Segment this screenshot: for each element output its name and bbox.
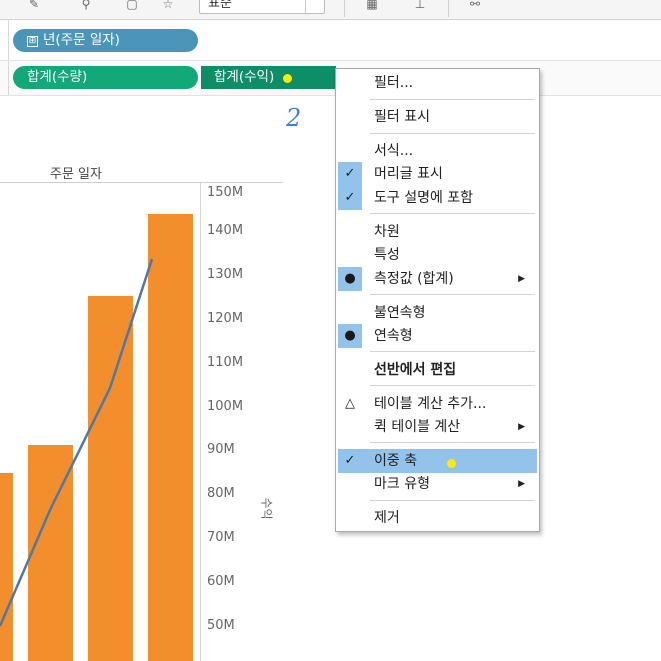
- menu-item-mark-type[interactable]: 마크 유형 ▶: [338, 472, 537, 496]
- menu-item-label: 테이블 계산 추가...: [374, 396, 487, 412]
- menu-item-gutter: [338, 71, 362, 95]
- chevron-right-icon: ▶: [518, 479, 525, 489]
- menu-item-dual-axis[interactable]: ✓ 이중 축: [338, 449, 537, 473]
- menu-item-label: 머리글 표시: [374, 166, 443, 182]
- chevron-right-icon: ▶: [518, 274, 525, 284]
- axis-tick-label: 70M: [207, 530, 235, 545]
- menu-item-add-table-calc[interactable]: △ 테이블 계산 추가...: [338, 392, 537, 416]
- axis-tick-label: 60M: [207, 574, 235, 589]
- radio-dot-icon: ●: [344, 328, 356, 343]
- menu-item-dimension[interactable]: 차원: [338, 220, 537, 244]
- menu-separator: [370, 213, 535, 214]
- annotation-2: 2: [286, 104, 302, 132]
- bar: [148, 214, 193, 661]
- chart-plot: [0, 214, 193, 661]
- chevron-right-icon: ▶: [518, 422, 525, 432]
- menu-item-gutter: [338, 105, 362, 129]
- menu-item-continuous[interactable]: ● 연속형: [338, 324, 537, 348]
- menu-item-label: 필터 표시: [374, 109, 430, 125]
- axis-tick-label: 90M: [207, 442, 235, 457]
- menu-separator: [370, 442, 535, 443]
- axis-tick-label: 80M: [207, 486, 235, 501]
- value-axis-title: 수익: [259, 497, 274, 520]
- menu-item-filter[interactable]: 필터...: [338, 71, 537, 95]
- menu-item-label: 제거: [374, 510, 400, 526]
- menu-item-gutter: [338, 358, 362, 382]
- axis-tick-label: 100M: [207, 399, 244, 414]
- menu-item-gutter: [338, 243, 362, 267]
- bar: [0, 473, 13, 661]
- menu-item-gutter: [338, 139, 362, 163]
- menu-item-label: 특성: [374, 247, 400, 263]
- menu-item-label: 선반에서 편집: [374, 362, 457, 378]
- cursor-highlight-dot: [447, 459, 456, 468]
- menu-item-gutter: [338, 506, 362, 530]
- axis-tick-label: 120M: [207, 311, 244, 326]
- menu-item-label: 차원: [374, 224, 400, 240]
- menu-item-show-filter[interactable]: 필터 표시: [338, 105, 537, 129]
- menu-item-label: 불연속형: [374, 305, 426, 321]
- axis-tick-label: 130M: [207, 267, 244, 282]
- menu-item-gutter: [338, 415, 362, 439]
- menu-separator: [370, 294, 535, 295]
- menu-item-quick-table-calc[interactable]: 퀵 테이블 계산 ▶: [338, 415, 537, 439]
- axis-tick-label: 50M: [207, 618, 235, 633]
- menu-item-include-tooltip[interactable]: ✓ 도구 설명에 포함: [338, 186, 537, 210]
- menu-item-gutter: [338, 472, 362, 496]
- check-icon: ✓: [344, 453, 356, 468]
- menu-item-label: 이중 축: [374, 453, 418, 469]
- menu-item-label: 측정값 (합계): [374, 271, 454, 287]
- menu-item-remove[interactable]: 제거: [338, 506, 537, 530]
- axis-tick-label: 140M: [207, 223, 244, 238]
- menu-separator: [370, 385, 535, 386]
- menu-separator: [370, 351, 535, 352]
- menu-item-gutter: [338, 301, 362, 325]
- menu-separator: [370, 500, 535, 501]
- menu-item-attribute[interactable]: 특성: [338, 243, 537, 267]
- menu-separator: [370, 133, 535, 134]
- radio-dot-icon: ●: [344, 271, 356, 286]
- menu-item-label: 연속형: [374, 328, 413, 344]
- delta-icon: △: [345, 396, 355, 411]
- menu-item-label: 도구 설명에 포함: [374, 190, 474, 206]
- menu-separator: [370, 99, 535, 100]
- check-icon: ✓: [344, 190, 356, 205]
- menu-item-edit-in-shelf[interactable]: 선반에서 편집: [338, 358, 537, 382]
- bar: [88, 296, 133, 661]
- menu-item-label: 마크 유형: [374, 476, 430, 492]
- value-axis-line: [200, 183, 201, 661]
- menu-item-format[interactable]: 서식...: [338, 139, 537, 163]
- axis-tick-label: 150M: [207, 185, 244, 200]
- check-icon: ✓: [344, 166, 356, 181]
- menu-item-measure-sum[interactable]: ● 측정값 (합계) ▶: [338, 267, 537, 291]
- menu-item-label: 퀵 테이블 계산: [374, 419, 461, 435]
- menu-item-discrete[interactable]: 불연속형: [338, 301, 537, 325]
- menu-item-show-header[interactable]: ✓ 머리글 표시: [338, 162, 537, 186]
- menu-item-label: 서식...: [374, 143, 414, 159]
- menu-item-label: 필터...: [374, 75, 414, 91]
- context-menu: 필터... 필터 표시서식... ✓ 머리글 표시 ✓ 도구 설명에 포함차원특성 ● 측정값…: [335, 68, 540, 532]
- axis-tick-label: 110M: [207, 355, 244, 370]
- menu-item-gutter: [338, 220, 362, 244]
